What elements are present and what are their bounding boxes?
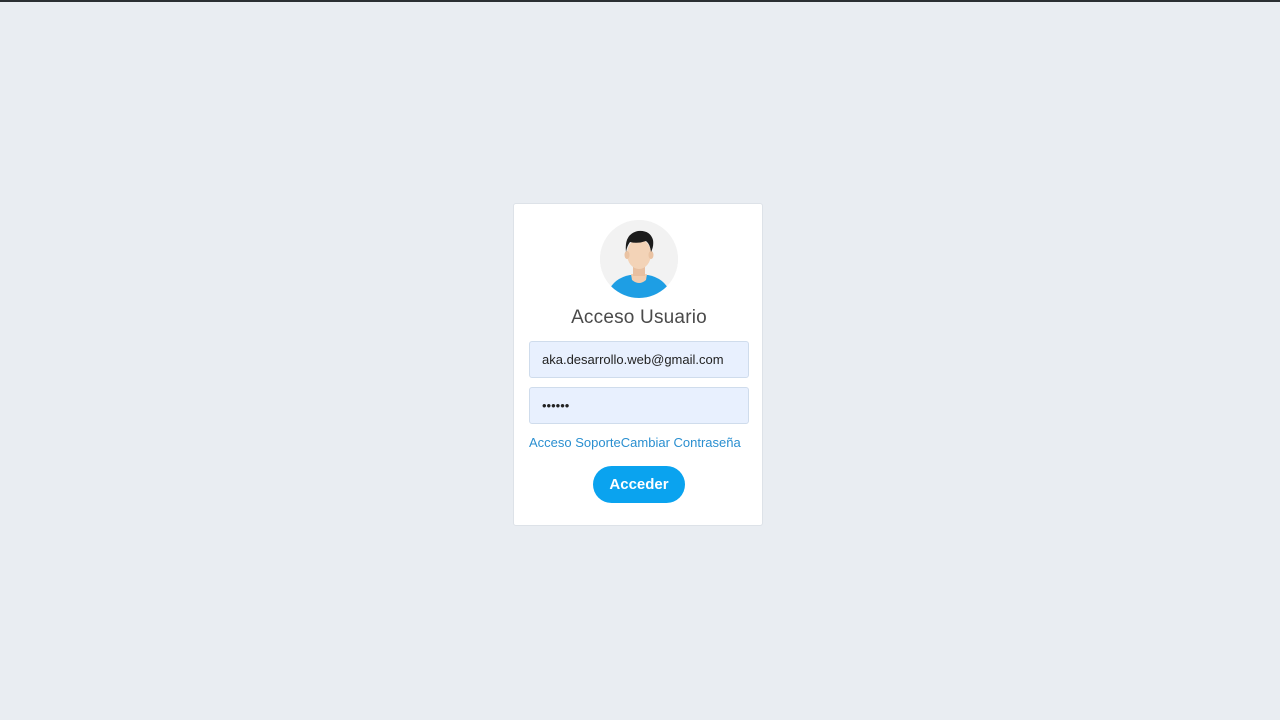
- login-button[interactable]: Acceder: [593, 466, 685, 503]
- login-links: Acceso SoporteCambiar Contraseña: [529, 435, 759, 450]
- user-avatar-icon: [600, 220, 678, 298]
- change-password-link[interactable]: Cambiar Contraseña: [621, 435, 741, 450]
- top-border: [0, 0, 1280, 2]
- login-card: Acceso Usuario Acceso SoporteCambiar Con…: [513, 203, 763, 526]
- login-title: Acceso Usuario: [571, 307, 707, 328]
- email-input[interactable]: [529, 341, 749, 378]
- password-input[interactable]: [529, 387, 749, 424]
- support-access-link[interactable]: Acceso Soporte: [529, 435, 621, 450]
